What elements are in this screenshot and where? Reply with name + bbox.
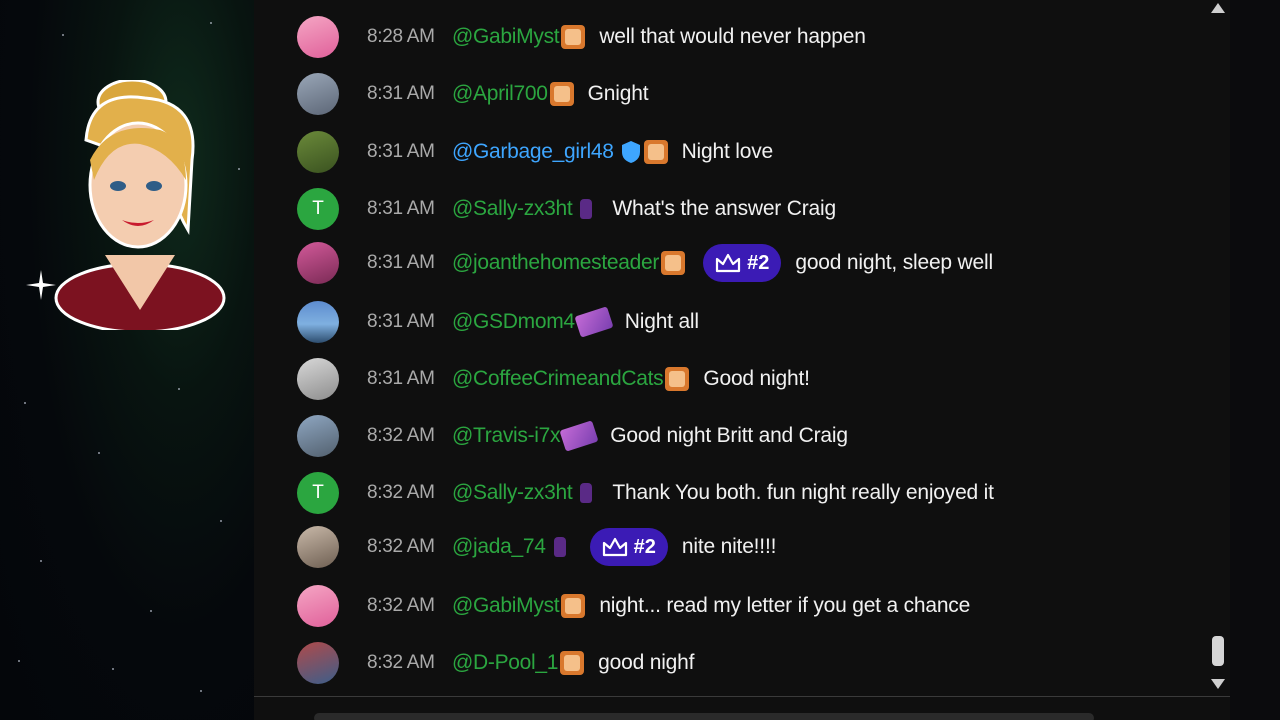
- member-badge-icon: [643, 140, 668, 164]
- chat-message: 8:31 AM @Garbage_girl48 Night love: [254, 130, 1204, 174]
- scrollbar-thumb[interactable]: [1212, 636, 1224, 666]
- message-text: good nighf: [598, 651, 695, 674]
- divider: [254, 696, 1230, 697]
- author-name[interactable]: @GabiMyst: [452, 594, 560, 618]
- chat-message: 8:31 AM @CoffeeCrimeandCats Good night!: [254, 357, 1204, 401]
- member-badge-icon: [574, 481, 598, 505]
- member-badge-icon: [574, 197, 598, 221]
- message-timestamp: 8:31 AM: [367, 83, 435, 104]
- message-text: good night, sleep well: [795, 251, 993, 274]
- author-name[interactable]: @April700: [452, 82, 548, 106]
- rank-pill: #2: [589, 528, 668, 566]
- message-text: well that would never happen: [599, 25, 866, 48]
- avatar[interactable]: [297, 131, 339, 173]
- author-name[interactable]: @Sally-zx3ht: [452, 481, 573, 505]
- crown-icon: [715, 253, 741, 273]
- member-badge-icon: [549, 82, 574, 106]
- avatar-letter: T: [312, 482, 324, 503]
- message-timestamp: 8:32 AM: [367, 652, 435, 673]
- sticker-badge-icon: [559, 420, 599, 452]
- arrow-up-icon[interactable]: [1210, 2, 1226, 14]
- chat-message: 8:32 AM @D-Pool_1 good nighf: [254, 641, 1204, 685]
- chat-input-area[interactable]: [314, 713, 1094, 720]
- avatar[interactable]: [297, 16, 339, 58]
- message-timestamp: 8:32 AM: [367, 425, 435, 446]
- author-name[interactable]: @D-Pool_1: [452, 651, 558, 675]
- author-name[interactable]: @CoffeeCrimeandCats: [452, 367, 664, 391]
- sticker-badge-icon: [574, 306, 614, 338]
- author-name[interactable]: @GabiMyst: [452, 25, 560, 49]
- author-name[interactable]: @jada_74: [452, 535, 546, 559]
- rank-pill: #2: [703, 244, 782, 282]
- message-text: Night love: [681, 140, 774, 163]
- message-timestamp: 8:31 AM: [367, 311, 435, 332]
- chat-message: 8:31 AM @GSDmom4 Night all: [254, 300, 1204, 344]
- message-timestamp: 8:31 AM: [367, 368, 435, 389]
- member-badge-icon: [561, 25, 586, 49]
- message-text: Gnight: [587, 82, 649, 105]
- left-decor-panel: [0, 0, 254, 720]
- moderator-shield-icon: [621, 141, 640, 163]
- chat-message: 8:31 AM @joanthehomesteader #2 good nigh…: [254, 241, 1204, 285]
- avatar[interactable]: [297, 642, 339, 684]
- right-margin: [1230, 0, 1280, 720]
- message-timestamp: 8:32 AM: [367, 595, 435, 616]
- author-name[interactable]: @Sally-zx3ht: [452, 197, 573, 221]
- rank-label: #2: [747, 251, 770, 274]
- author-name[interactable]: @joanthehomesteader: [452, 251, 659, 275]
- sparkle-icon: [26, 270, 56, 300]
- chat-message: T 8:32 AM @Sally-zx3ht Thank You both. f…: [254, 471, 1204, 515]
- message-timestamp: 8:32 AM: [367, 536, 435, 557]
- chat-message: 8:31 AM @April700 Gnight: [254, 72, 1204, 116]
- avatar[interactable]: [297, 358, 339, 400]
- live-chat-panel: 8:28 AM @GabiMyst well that would never …: [254, 0, 1230, 720]
- message-timestamp: 8:32 AM: [367, 482, 435, 503]
- message-text: Thank You both. fun night really enjoyed…: [612, 481, 994, 504]
- avatar[interactable]: T: [297, 188, 339, 230]
- message-text: Good night Britt and Craig: [610, 424, 848, 447]
- message-timestamp: 8:31 AM: [367, 198, 435, 219]
- message-timestamp: 8:31 AM: [367, 252, 435, 273]
- chat-message: 8:28 AM @GabiMyst well that would never …: [254, 15, 1204, 59]
- chat-message: 8:32 AM @jada_74 #2 nite nite!!!!: [254, 525, 1204, 569]
- member-badge-icon: [561, 594, 586, 618]
- member-badge-icon: [665, 367, 690, 391]
- chat-message: 8:32 AM @GabiMyst night... read my lette…: [254, 584, 1204, 628]
- rank-label: #2: [633, 535, 656, 558]
- message-text: nite nite!!!!: [681, 535, 777, 558]
- member-badge-icon: [560, 651, 585, 675]
- streamer-caricature-icon: [54, 80, 226, 330]
- member-badge-icon: [548, 535, 572, 559]
- chat-message: 8:32 AM @Travis-i7x Good night Britt and…: [254, 414, 1204, 458]
- arrow-down-icon[interactable]: [1210, 678, 1226, 690]
- author-name[interactable]: @Garbage_girl48: [452, 140, 614, 164]
- crown-icon: [602, 537, 627, 557]
- avatar[interactable]: [297, 585, 339, 627]
- author-name[interactable]: @GSDmom4: [452, 310, 575, 334]
- avatar[interactable]: [297, 301, 339, 343]
- avatar[interactable]: [297, 242, 339, 284]
- avatar[interactable]: T: [297, 472, 339, 514]
- message-text: What's the answer Craig: [612, 197, 836, 220]
- chat-message: T 8:31 AM @Sally-zx3ht What's the answer…: [254, 187, 1204, 231]
- avatar[interactable]: [297, 526, 339, 568]
- avatar[interactable]: [297, 73, 339, 115]
- avatar[interactable]: [297, 415, 339, 457]
- message-text: night... read my letter if you get a cha…: [599, 594, 971, 617]
- message-text: Good night!: [703, 367, 810, 390]
- message-text: Night all: [624, 310, 699, 333]
- avatar-letter: T: [312, 198, 324, 219]
- message-timestamp: 8:28 AM: [367, 26, 435, 47]
- message-timestamp: 8:31 AM: [367, 141, 435, 162]
- member-badge-icon: [661, 251, 686, 275]
- author-name[interactable]: @Travis-i7x: [452, 424, 561, 448]
